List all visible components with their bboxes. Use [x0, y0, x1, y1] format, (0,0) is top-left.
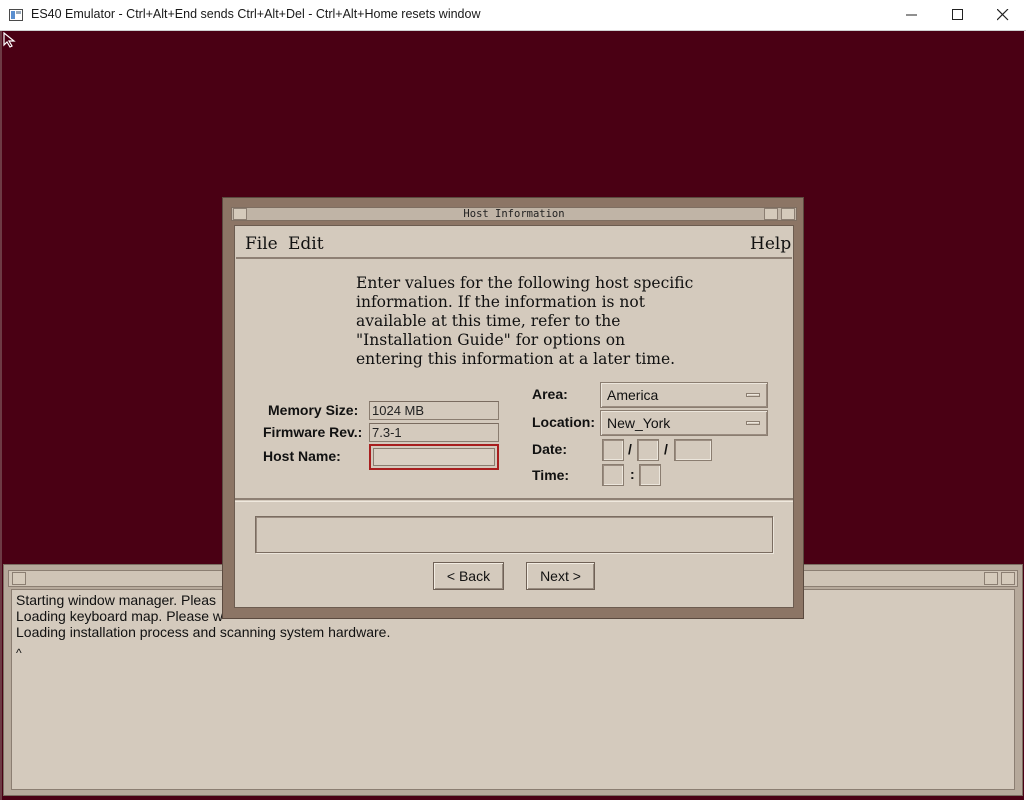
time-minute-input[interactable] [639, 464, 661, 486]
console-output: Starting window manager. Pleas Loading k… [11, 589, 1015, 790]
dropdown-arrow-icon [746, 393, 760, 397]
date-month-input[interactable] [602, 439, 624, 461]
screen-edge [0, 31, 2, 800]
intro-line: "Installation Guide" for options on [356, 331, 626, 349]
date-separator: / [628, 441, 632, 457]
location-label: Location: [532, 414, 595, 430]
menu-bar: File Edit Help [236, 227, 792, 259]
firmware-rev-label: Firmware Rev.: [263, 424, 363, 440]
intro-line: available at this time, refer to the [356, 312, 621, 330]
console-minimize-button[interactable] [984, 572, 998, 585]
host-information-dialog: Host Information File Edit Help Enter va… [222, 197, 804, 619]
menu-file[interactable]: File [245, 234, 278, 254]
dialog-title: Host Information [463, 208, 565, 220]
console-maximize-button[interactable] [1001, 572, 1015, 585]
date-label: Date: [532, 441, 568, 457]
emulator-titlebar[interactable]: ES40 Emulator - Ctrl+Alt+End sends Ctrl+… [0, 0, 1026, 31]
console-line: Loading installation process and scannin… [16, 624, 391, 640]
dialog-body: File Edit Help Enter values for the foll… [234, 225, 794, 608]
minimize-icon [906, 14, 917, 16]
window-title: ES40 Emulator - Ctrl+Alt+End sends Ctrl+… [31, 7, 481, 21]
dropdown-arrow-icon [746, 421, 760, 425]
app-icon [9, 9, 23, 21]
host-name-input[interactable] [373, 448, 495, 466]
dialog-minimize-button[interactable] [764, 208, 778, 220]
maximize-icon [952, 9, 963, 20]
dialog-maximize-button[interactable] [781, 208, 795, 220]
intro-text: Enter values for the following host spec… [356, 274, 716, 369]
firmware-rev-value: 7.3-1 [369, 423, 499, 442]
area-value: America [607, 387, 659, 403]
intro-line: entering this information at a later tim… [356, 350, 676, 368]
area-label: Area: [532, 386, 568, 402]
intro-line: information. If the information is not [356, 293, 645, 311]
close-button[interactable] [980, 0, 1026, 31]
date-day-input[interactable] [637, 439, 659, 461]
date-year-input[interactable] [674, 439, 712, 461]
time-separator: : [630, 466, 635, 482]
menu-help[interactable]: Help [750, 234, 791, 254]
memory-size-value: 1024 MB [369, 401, 499, 420]
memory-size-label: Memory Size: [268, 402, 359, 418]
divider [235, 498, 793, 502]
menu-edit[interactable]: Edit [288, 234, 324, 254]
back-button[interactable]: < Back [433, 562, 504, 590]
maximize-button[interactable] [935, 0, 981, 31]
dialog-titlebar[interactable]: Host Information [231, 207, 797, 221]
mouse-cursor-icon [3, 32, 16, 48]
intro-line: Enter values for the following host spec… [356, 274, 694, 292]
host-name-label: Host Name: [263, 448, 341, 464]
date-separator: / [664, 441, 668, 457]
location-value: New_York [607, 415, 671, 431]
console-line: Loading keyboard map. Please w [16, 608, 224, 624]
host-name-field[interactable] [369, 444, 499, 470]
message-area [255, 516, 773, 553]
area-select[interactable]: America [600, 382, 768, 408]
console-menu-button[interactable] [12, 572, 26, 585]
close-icon [997, 9, 1009, 21]
minimize-button[interactable] [889, 0, 935, 31]
location-select[interactable]: New_York [600, 410, 768, 436]
next-button[interactable]: Next > [526, 562, 595, 590]
time-label: Time: [532, 467, 570, 483]
console-line: Starting window manager. Pleas [16, 592, 216, 608]
console-prompt: ^ [16, 646, 22, 660]
time-hour-input[interactable] [602, 464, 624, 486]
